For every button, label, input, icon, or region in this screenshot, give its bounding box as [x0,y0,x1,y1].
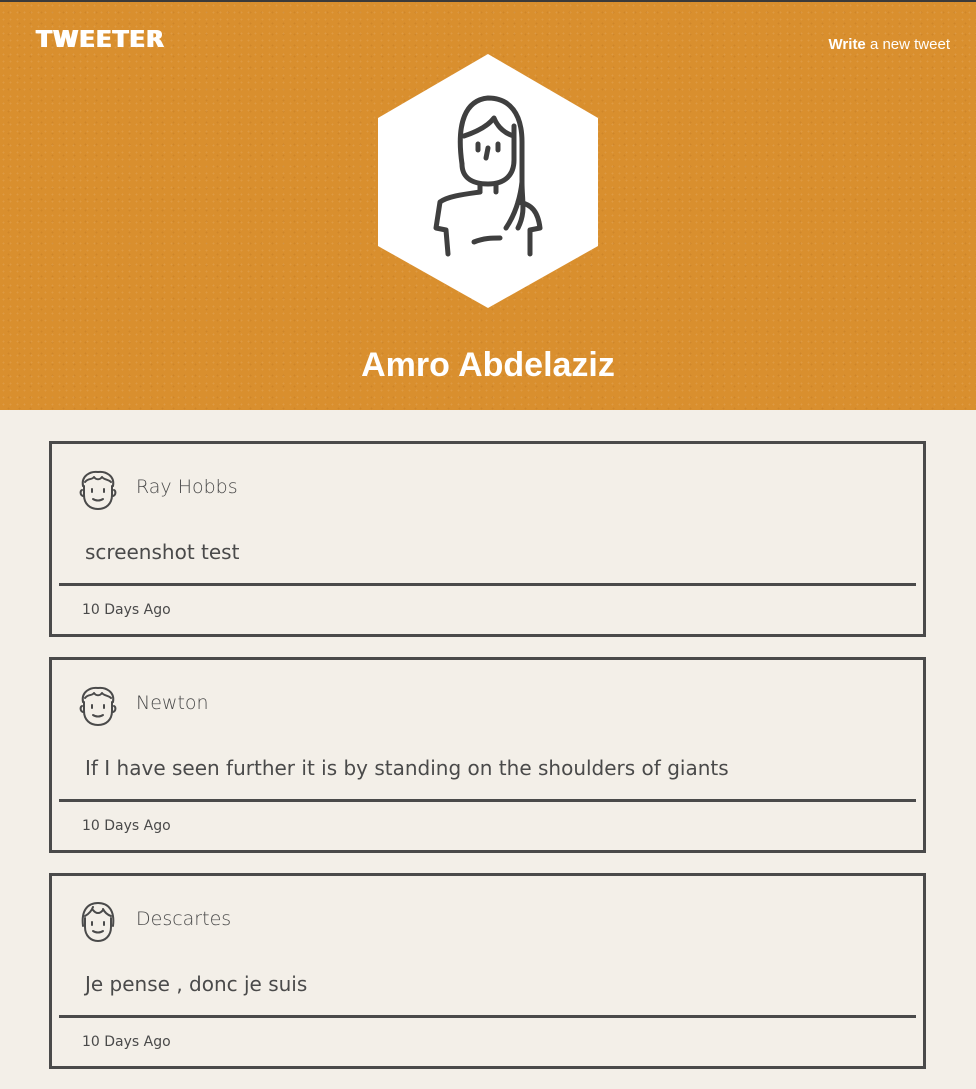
tweet-author[interactable]: Descartes [136,908,231,930]
man-avatar-icon [79,470,117,510]
tweet-feed: Ray Hobbs screenshot test 10 Days Ago Ne… [49,441,926,1089]
tweet-card: Newton If I have seen further it is by s… [49,657,926,853]
tweet-divider [59,583,916,586]
tweet-divider [59,1015,916,1018]
man-avatar-icon [79,686,117,726]
tweet-card: Ray Hobbs screenshot test 10 Days Ago [49,441,926,637]
tweet-card: Descartes Je pense , donc je suis 10 Day… [49,873,926,1069]
tweet-text: Je pense , donc je suis [85,972,308,996]
woman-avatar-icon [81,902,115,942]
app-logo[interactable]: TWEETER [36,27,165,53]
tweet-author[interactable]: Ray Hobbs [136,476,238,498]
write-link-rest: a new tweet [865,36,950,53]
tweet-timestamp: 10 Days Ago [82,602,171,618]
tweet-text: If I have seen further it is by standing… [85,756,729,780]
tweet-divider [59,799,916,802]
profile-header: TWEETER Write a new tweet Amro Abdelaziz [0,0,976,410]
tweet-author[interactable]: Newton [136,692,209,714]
profile-avatar [378,54,598,308]
write-link-strong: Write [828,36,866,53]
tweet-text: screenshot test [85,540,240,564]
profile-name: Amro Abdelaziz [361,346,615,384]
tweet-timestamp: 10 Days Ago [82,818,171,834]
tweet-timestamp: 10 Days Ago [82,1034,171,1050]
write-new-tweet-link[interactable]: Write a new tweet [829,36,950,53]
